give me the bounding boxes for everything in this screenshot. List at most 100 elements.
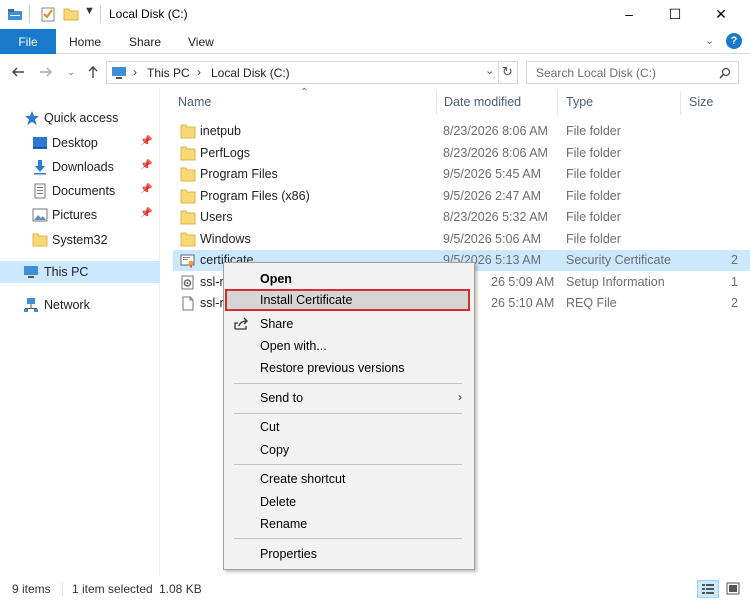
sidebar-item-this-pc[interactable]: This PC [0, 261, 160, 283]
expand-ribbon-icon[interactable]: ⌄ [705, 34, 714, 47]
menu-separator [234, 464, 462, 465]
table-row[interactable]: Program Files 9/5/2026 5:45 AM File fold… [173, 164, 750, 185]
sidebar-item-downloads[interactable]: Downloads 📌 [0, 156, 160, 178]
sidebar-item-documents[interactable]: Documents 📌 [0, 180, 160, 202]
address-row: ⌄ › This PC › Local Disk (C:) ⌄ ↻ Search… [0, 55, 750, 89]
forward-button[interactable] [37, 63, 55, 81]
table-row[interactable]: Program Files (x86) 9/5/2026 2:47 AM Fil… [173, 186, 750, 207]
file-name: ssl-r [200, 296, 224, 310]
forward-arrow-icon [40, 67, 52, 77]
sidebar-item-label: System32 [52, 233, 108, 247]
menu-item-open[interactable]: Open [226, 268, 472, 290]
customize-toolbar-icon[interactable]: ▼ [84, 5, 95, 17]
help-icon[interactable]: ? [726, 33, 742, 49]
menu-item-create-shortcut[interactable]: Create shortcut [226, 468, 472, 490]
up-button[interactable] [84, 63, 102, 81]
menu-item-label: Properties [260, 547, 317, 561]
new-folder-icon[interactable] [63, 6, 79, 22]
table-row[interactable]: Users 8/23/2026 5:32 AM File folder [173, 207, 750, 228]
table-row[interactable]: PerfLogs 8/23/2026 8:06 AM File folder [173, 143, 750, 164]
refresh-icon[interactable]: ↻ [502, 64, 513, 80]
column-divider[interactable] [680, 91, 681, 115]
menu-item-label: Install Certificate [260, 293, 353, 307]
back-button[interactable] [9, 63, 27, 81]
column-divider[interactable] [557, 91, 558, 115]
tab-view[interactable]: View [188, 29, 214, 54]
menu-item-send-to[interactable]: Send to › [226, 387, 472, 409]
pin-icon: 📌 [140, 184, 153, 195]
large-icons-view-icon [726, 582, 740, 595]
column-header-date[interactable]: Date modified [444, 95, 521, 109]
menu-item-label: Restore previous versions [260, 361, 405, 375]
menu-item-properties[interactable]: Properties [226, 543, 472, 565]
menu-item-restore-previous-versions[interactable]: Restore previous versions [226, 357, 472, 379]
menu-item-label: Create shortcut [260, 472, 346, 486]
address-bar[interactable]: › This PC › Local Disk (C:) ⌄ ↻ [106, 61, 518, 84]
close-button[interactable]: ✕ [698, 0, 744, 28]
network-icon [24, 298, 38, 312]
file-date: 9/5/2026 2:47 AM [443, 189, 541, 203]
table-row[interactable]: Windows 9/5/2026 5:06 AM File folder [173, 229, 750, 250]
folder-icon [180, 189, 196, 204]
menu-item-label: Open with... [260, 339, 327, 353]
desktop-icon [33, 137, 47, 149]
breadcrumb-local-disk[interactable]: Local Disk (C:) [211, 66, 290, 80]
sidebar-item-system32[interactable]: System32 [0, 229, 160, 251]
sidebar-item-label: Desktop [52, 136, 98, 150]
downloads-icon [34, 160, 46, 175]
pin-icon: 📌 [140, 160, 153, 171]
column-header-type[interactable]: Type [566, 95, 593, 109]
sidebar-item-pictures[interactable]: Pictures 📌 [0, 204, 160, 226]
maximize-button[interactable]: ☐ [652, 0, 698, 28]
file-type: REQ File [566, 296, 617, 310]
sidebar-item-desktop[interactable]: Desktop 📌 [0, 132, 160, 154]
documents-icon [34, 183, 46, 199]
item-count: 9 items [12, 582, 51, 596]
file-icon [182, 296, 194, 311]
navigation-pane: Quick access Desktop 📌 Downloads 📌 Docum… [0, 89, 160, 576]
file-size: 2 [731, 253, 738, 267]
column-header-size[interactable]: Size [689, 95, 713, 109]
table-row[interactable]: inetpub 8/23/2026 8:06 AM File folder [173, 121, 750, 142]
menu-item-copy[interactable]: Copy [226, 439, 472, 461]
certificate-icon [180, 254, 195, 268]
window-title: Local Disk (C:) [109, 7, 188, 21]
properties-icon[interactable] [40, 6, 56, 22]
large-icons-view-button[interactable] [722, 580, 744, 598]
file-size: 2 [731, 296, 738, 310]
menu-item-share[interactable]: Share [226, 313, 472, 335]
search-input[interactable]: Search Local Disk (C:) [536, 66, 656, 80]
menu-separator [234, 538, 462, 539]
column-header-name[interactable]: Name [178, 95, 211, 109]
search-icon[interactable] [719, 67, 731, 79]
sidebar-item-label: Network [44, 298, 90, 312]
pictures-icon [32, 208, 48, 222]
details-view-icon [702, 584, 714, 594]
breadcrumb-this-pc[interactable]: This PC [147, 66, 190, 80]
tab-home[interactable]: Home [69, 29, 101, 54]
address-dropdown-icon[interactable]: ⌄ [485, 64, 494, 77]
menu-separator [234, 383, 462, 384]
recent-locations-button[interactable]: ⌄ [62, 63, 80, 81]
file-type: File folder [566, 146, 621, 160]
menu-item-rename[interactable]: Rename [226, 513, 472, 535]
menu-item-delete[interactable]: Delete [226, 491, 472, 513]
menu-item-open-with[interactable]: Open with... [226, 335, 472, 357]
sidebar-item-network[interactable]: Network [0, 294, 160, 316]
minimize-button[interactable]: – [606, 0, 652, 28]
column-divider[interactable] [436, 91, 437, 115]
details-view-button[interactable] [697, 580, 719, 598]
file-name: Program Files [200, 167, 278, 181]
menu-item-install-certificate[interactable]: Install Certificate [225, 289, 470, 311]
tab-file[interactable]: File [0, 29, 56, 54]
search-box[interactable]: Search Local Disk (C:) [526, 61, 739, 84]
tab-share[interactable]: Share [129, 29, 161, 54]
folder-icon [180, 146, 196, 161]
menu-item-cut[interactable]: Cut [226, 416, 472, 438]
file-name: Program Files (x86) [200, 189, 310, 203]
divider [100, 5, 101, 23]
file-date: 9/5/2026 5:45 AM [443, 167, 541, 181]
sidebar-item-label: Downloads [52, 160, 114, 174]
sidebar-item-quick-access[interactable]: Quick access [0, 107, 160, 129]
file-date: 8/23/2026 8:06 AM [443, 146, 548, 160]
